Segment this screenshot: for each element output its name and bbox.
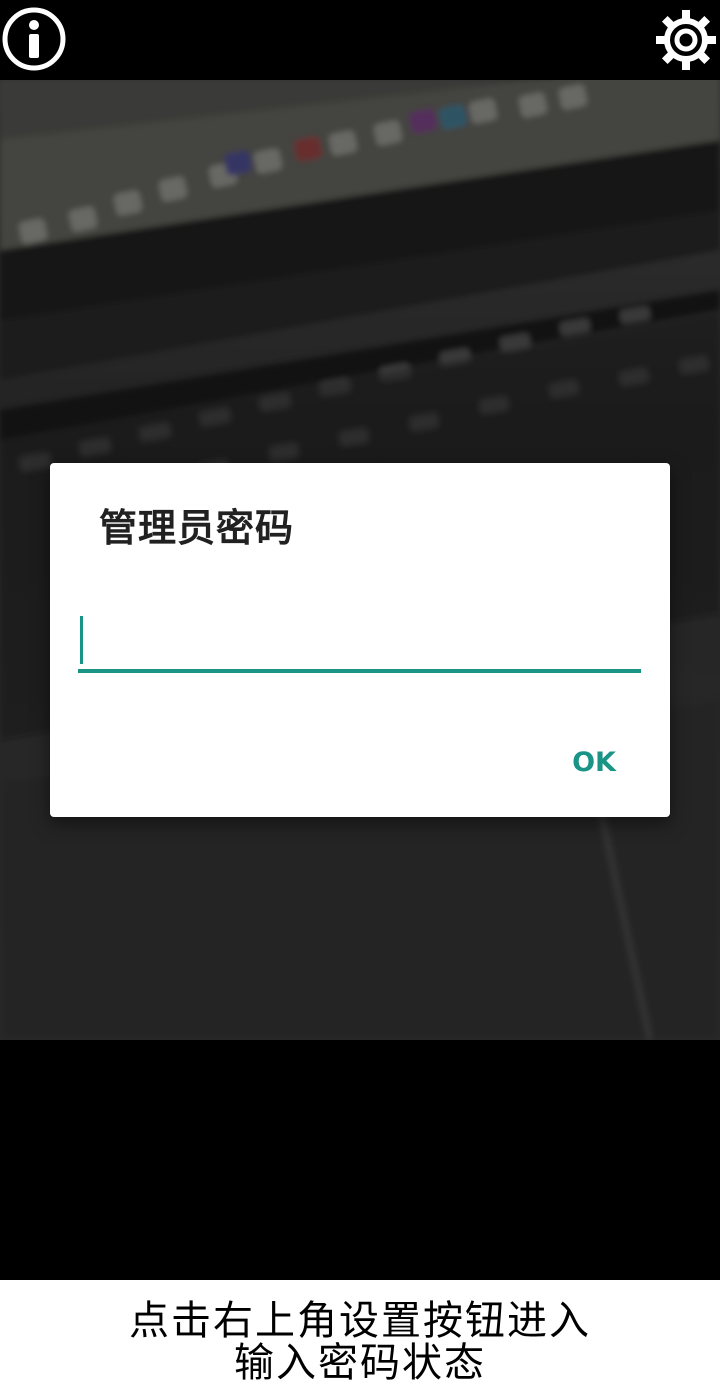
admin-password-dialog: 管理员密码 OK (50, 463, 670, 817)
info-button[interactable] (2, 7, 66, 71)
dialog-title: 管理员密码 (99, 506, 295, 550)
top-bar (0, 0, 720, 80)
app-screen: 管理员密码 OK 点击右上角设置按钮进入 输入密码状态 (0, 0, 720, 1400)
instruction-caption: 点击右上角设置按钮进入 输入密码状态 (0, 1280, 720, 1400)
ok-button[interactable]: OK (566, 741, 622, 785)
settings-button[interactable] (654, 8, 718, 72)
info-circle-icon (2, 7, 66, 71)
text-caret (80, 616, 83, 664)
password-input[interactable] (78, 613, 641, 673)
caption-line-2: 输入密码状态 (234, 1340, 486, 1386)
caption-line-1: 点击右上角设置按钮进入 (129, 1298, 591, 1344)
gear-icon (656, 10, 716, 70)
bottom-black-area (0, 1040, 720, 1280)
